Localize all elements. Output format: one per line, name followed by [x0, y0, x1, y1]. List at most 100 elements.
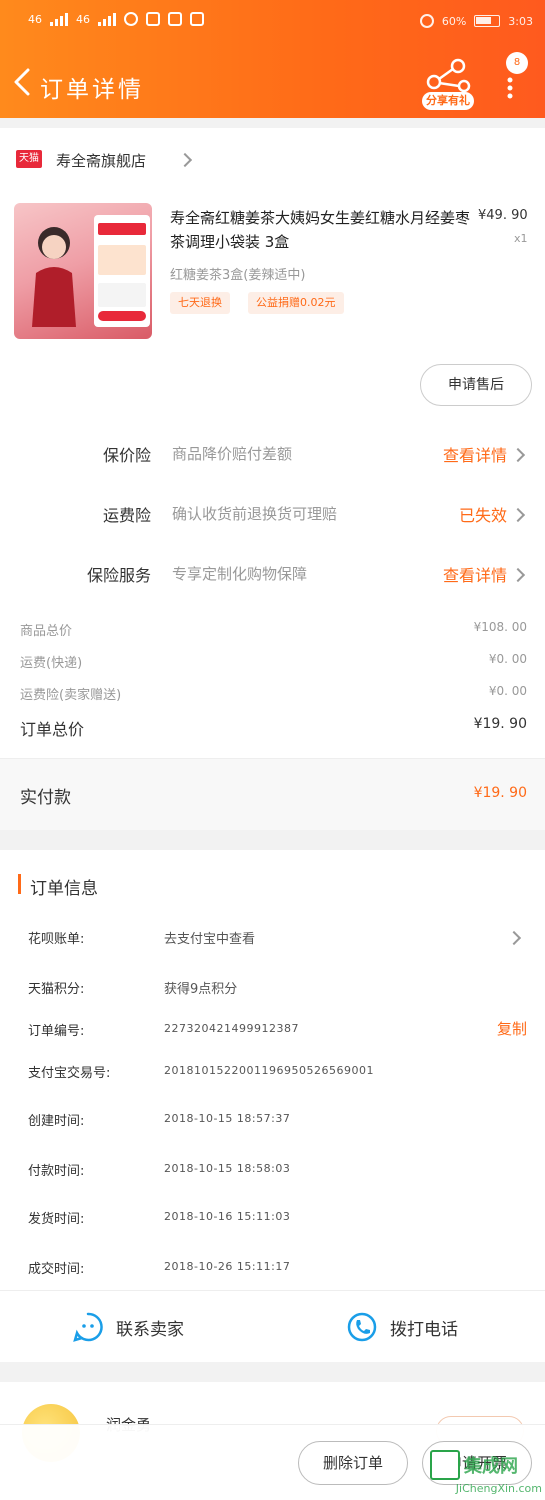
info-label: 订单编号: — [28, 1024, 85, 1039]
contact-seller-button[interactable]: 联系卖家 — [72, 1311, 212, 1343]
watermark-icon — [430, 1450, 460, 1480]
chat-icon — [73, 1312, 103, 1342]
product-price: ¥49. 90 — [478, 208, 528, 223]
call-phone-button[interactable]: 拨打电话 — [346, 1311, 486, 1343]
summary-row: 运费险(卖家赠送) ¥0. 00 — [0, 680, 545, 708]
price-summary: 商品总价 ¥108. 00 运费(快递) ¥0. 00 运费险(卖家赠送) ¥0… — [0, 598, 545, 758]
info-row-created: 创建时间: 2018-10-15 18:57:37 — [0, 1106, 545, 1136]
notification-icon — [168, 12, 182, 26]
share-icon — [426, 58, 471, 93]
chevron-right-icon — [510, 447, 526, 463]
insurance-action[interactable]: 查看详情 — [443, 442, 507, 466]
insurance-status[interactable]: 已失效 — [459, 502, 507, 526]
info-label: 成交时间: — [28, 1262, 85, 1277]
insurance-row-service[interactable]: 保险服务 专享定制化购物保障 查看详情 — [0, 550, 545, 600]
insurance-desc: 商品降价赔付差额 — [172, 445, 293, 463]
info-label: 创建时间: — [28, 1114, 85, 1129]
status-bar: 46 46 60% 3:03 — [0, 0, 545, 44]
summary-value: ¥0. 00 — [488, 652, 527, 666]
section-accent-bar — [18, 874, 21, 894]
summary-label: 运费(快递) — [20, 656, 83, 671]
share-label: 分享有礼 — [422, 92, 474, 110]
battery-percent: 60% — [441, 14, 467, 28]
alarm-icon — [419, 14, 434, 28]
model-image — [32, 227, 76, 327]
summary-value: ¥0. 00 — [488, 684, 527, 698]
chevron-right-icon — [510, 567, 526, 583]
nav-bar: 订单详情 分享有礼 8 — [0, 50, 545, 114]
info-value: 2018-10-15 18:58:03 — [164, 1162, 291, 1175]
info-label: 天猫积分: — [28, 982, 85, 997]
summary-label: 运费险(卖家赠送) — [20, 688, 122, 703]
insurance-row-price-protection[interactable]: 保价险 商品降价赔付差额 查看详情 — [0, 430, 545, 480]
info-value: 2018-10-15 18:57:37 — [164, 1112, 291, 1125]
more-menu-button[interactable]: 8 — [500, 52, 530, 102]
info-row-order-number: 订单编号: 227320421499912387 复制 — [0, 1016, 545, 1046]
clock: 3:03 — [508, 14, 533, 28]
info-row-completed: 成交时间: 2018-10-26 15:11:17 — [0, 1254, 545, 1284]
watermark-url: JiChengXin.com — [455, 1482, 542, 1495]
copy-button[interactable]: 复制 — [497, 1018, 527, 1039]
phone-icon — [347, 1312, 377, 1342]
battery-icon — [474, 15, 501, 27]
order-info-section: 订单信息 花呗账单: 去支付宝中查看 天猫积分: 获得9点积分 订单编号: 22… — [0, 850, 545, 1290]
info-label: 发货时间: — [28, 1212, 85, 1227]
back-arrow-icon[interactable] — [12, 68, 32, 96]
signal-label-2: 46 — [76, 12, 90, 26]
order-total-value: ¥19. 90 — [473, 716, 527, 732]
insurance-desc: 专享定制化购物保障 — [172, 565, 308, 583]
product-card: 天猫 寿全斋旗舰店 寿全斋红糖姜茶大姨妈女生姜红糖水月经姜枣茶调理小袋装 3盒 … — [0, 128, 545, 598]
insurance-name: 保险服务 — [86, 566, 151, 585]
chevron-right-icon — [510, 507, 526, 523]
info-label: 付款时间: — [28, 1164, 85, 1179]
summary-label: 商品总价 — [20, 624, 73, 639]
info-value: 去支付宝中查看 — [164, 932, 256, 947]
share-button[interactable]: 分享有礼 — [420, 58, 476, 110]
insurance-name: 保价险 — [102, 446, 151, 465]
charity-tag: 公益捐赠0.02元 — [248, 292, 344, 314]
insurance-desc: 确认收货前退换货可理赔 — [172, 505, 338, 523]
contact-seller-label: 联系卖家 — [116, 1320, 184, 1340]
product-title[interactable]: 寿全斋红糖姜茶大姨妈女生姜红糖水月经姜枣茶调理小袋装 3盒 — [170, 206, 470, 254]
signal-icon — [50, 12, 68, 26]
watermark-text: 集成网 — [464, 1456, 518, 1477]
summary-row: 运费(快递) ¥0. 00 — [0, 648, 545, 676]
order-total-label: 订单总价 — [20, 720, 85, 739]
insurance-action[interactable]: 查看详情 — [443, 562, 507, 586]
app-icon — [190, 12, 204, 26]
wifi-icon — [124, 12, 138, 26]
product-thumbnail[interactable] — [14, 203, 152, 339]
info-row-alipay-trade: 支付宝交易号: 2018101522001196950526569001 — [0, 1058, 545, 1088]
return-policy-tag: 七天退换 — [170, 292, 230, 314]
info-row-paid: 付款时间: 2018-10-15 18:58:03 — [0, 1156, 545, 1186]
chevron-right-icon[interactable] — [177, 152, 193, 168]
info-value: 获得9点积分 — [164, 982, 238, 997]
parking-icon — [146, 12, 160, 26]
chevron-right-icon — [506, 930, 522, 946]
info-row-points: 天猫积分: 获得9点积分 — [0, 974, 545, 1004]
contact-bar: 联系卖家 拨打电话 — [0, 1290, 545, 1362]
info-value: 2018-10-26 15:11:17 — [164, 1260, 291, 1273]
info-value: 2018-10-16 15:11:03 — [164, 1210, 291, 1223]
paid-label: 实付款 — [20, 788, 71, 808]
watermark-logo: 集成网 JiChengXin.com — [426, 1448, 542, 1498]
paid-row: 实付款 ¥19. 90 — [0, 758, 545, 830]
header: 46 46 60% 3:03 订单详情 分享有礼 8 — [0, 0, 545, 118]
paid-value: ¥19. 90 — [473, 785, 527, 801]
summary-row: 商品总价 ¥108. 00 — [0, 616, 545, 644]
info-value: 2018101522001196950526569001 — [164, 1064, 374, 1077]
product-quantity: x1 — [514, 232, 528, 245]
shop-name[interactable]: 寿全斋旗舰店 — [56, 150, 146, 171]
delete-order-button[interactable]: 删除订单 — [298, 1441, 408, 1485]
order-total-row: 订单总价 ¥19. 90 — [0, 716, 545, 744]
product-spec: 红糖姜茶3盒(姜辣适中) — [170, 268, 306, 283]
call-phone-label: 拨打电话 — [390, 1320, 458, 1340]
info-row-huabei[interactable]: 花呗账单: 去支付宝中查看 — [0, 924, 545, 954]
signal-label-1: 46 — [28, 12, 42, 26]
section-title: 订单信息 — [30, 879, 98, 899]
signal-icon-2 — [98, 12, 116, 26]
summary-value: ¥108. 00 — [473, 620, 527, 634]
insurance-name: 运费险 — [102, 506, 151, 525]
tmall-badge: 天猫 — [16, 150, 42, 168]
apply-after-sale-button[interactable]: 申请售后 — [420, 364, 532, 406]
